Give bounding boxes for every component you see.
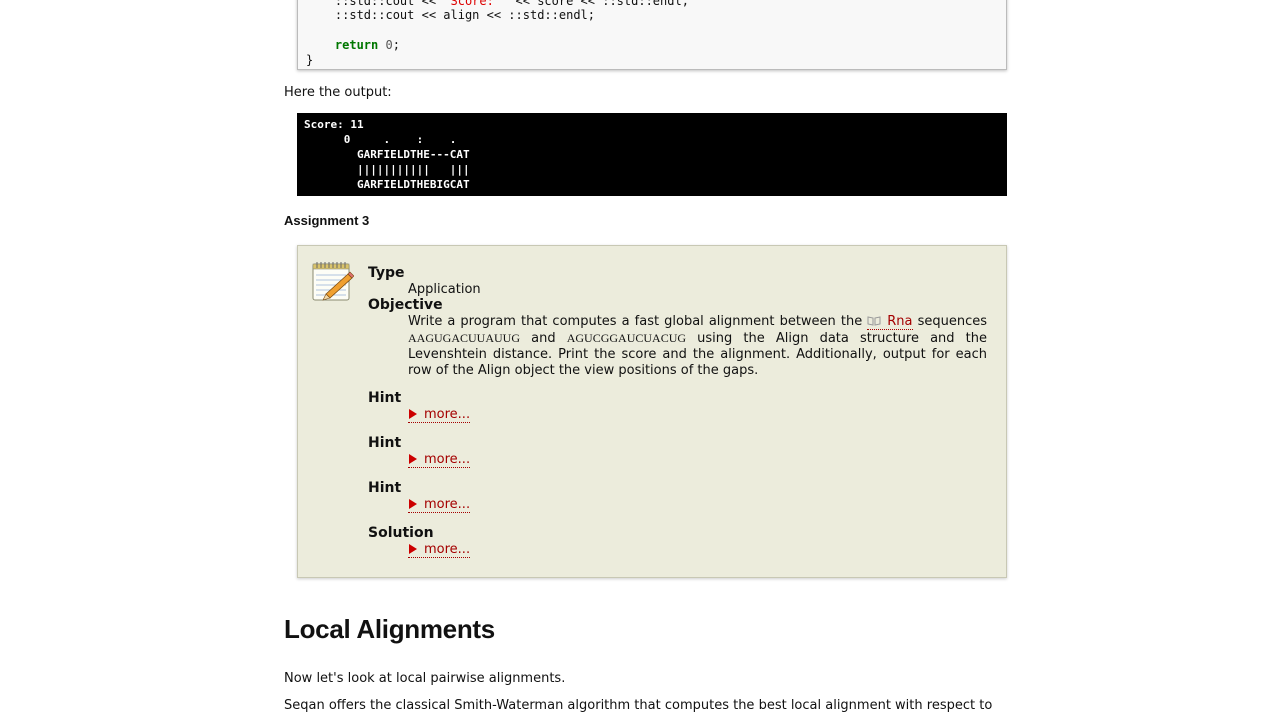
output-line: Score: 11 [304, 118, 364, 131]
assignment-box: Type Application Objective Write a progr… [297, 245, 1007, 578]
triangle-right-icon [409, 454, 417, 464]
output-intro-text: Here the output: [284, 85, 392, 100]
section-heading-local-alignments: Local Alignments [284, 614, 495, 644]
hint-1-toggle: more... [408, 407, 987, 423]
solution-toggle: more... [408, 542, 987, 558]
code-line-cout-score: ::std::cout << "Score: " << score << ::s… [334, 0, 689, 8]
book-icon [867, 316, 881, 326]
code-line-close-brace: } [306, 53, 314, 67]
code-line-cout-align: ::std::cout << align << ::std::endl; [334, 8, 595, 22]
hint-3-toggle: more... [408, 497, 987, 513]
hint-label: Hint [368, 480, 402, 496]
type-value: Application [408, 282, 481, 297]
hint-3-more-link[interactable]: more... [408, 497, 471, 513]
objective-text: Write a program that computes a fast glo… [408, 314, 987, 378]
solution-more-link[interactable]: more... [408, 542, 471, 558]
output-line: ||||||||||| ||| [304, 163, 470, 176]
hint-2-more-link[interactable]: more... [408, 452, 471, 468]
type-label: Type [368, 265, 405, 281]
solution-label: Solution [368, 525, 434, 541]
triangle-right-icon [409, 409, 417, 419]
assignment-title: Assignment 3 [284, 213, 370, 228]
code-block: ::std::cout << "Score: " << score << ::s… [297, 0, 1007, 70]
local-next-text: Seqan offers the classical Smith-Waterma… [284, 698, 993, 713]
hint-1-more-link[interactable]: more... [408, 407, 471, 423]
triangle-right-icon [409, 499, 417, 509]
local-intro-text: Now let's look at local pairwise alignme… [284, 671, 566, 686]
code-line-return: return 0; [334, 38, 400, 52]
rna-link[interactable]: Rna [867, 314, 913, 330]
hint-2-toggle: more... [408, 452, 987, 468]
output-line: 0 . : . [304, 133, 457, 146]
output-line: GARFIELDTHE---CAT [304, 148, 470, 161]
hint-label: Hint [368, 435, 402, 451]
triangle-right-icon [409, 544, 417, 554]
notepad-pencil-icon [310, 258, 355, 302]
output-line: GARFIELDTHEBIGCAT [304, 178, 470, 191]
program-output-block: Score: 11 0 . : . GARFIELDTHE---CAT ||||… [297, 113, 1007, 196]
hint-label: Hint [368, 390, 402, 406]
objective-label: Objective [368, 297, 443, 313]
